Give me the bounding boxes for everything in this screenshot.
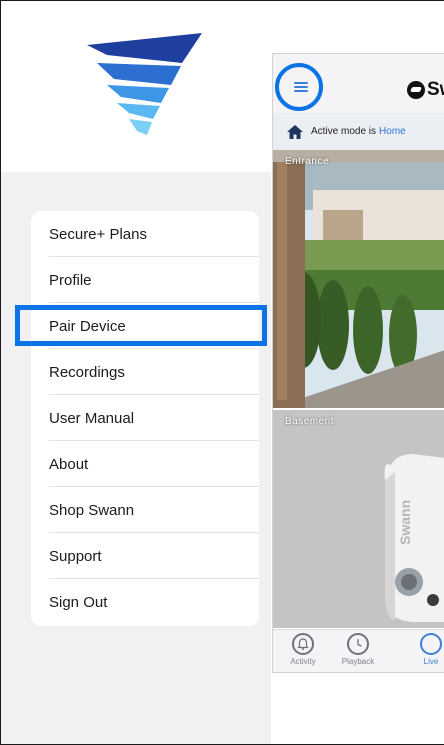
app-header: Sw xyxy=(273,54,444,113)
camera-label-basement: Basement xyxy=(285,416,335,427)
menu-card: Secure+ Plans Profile Pair Device Record… xyxy=(31,211,259,626)
menu-item-label: Shop Swann xyxy=(49,501,135,519)
clock-icon xyxy=(347,633,369,655)
tab-label: Playback xyxy=(341,657,375,666)
basement-camera-image: Swann xyxy=(273,410,444,628)
tab-label: Activity xyxy=(290,657,316,666)
brand-text: Sw xyxy=(427,79,444,100)
active-mode-bar[interactable]: Active mode is Home xyxy=(273,113,444,150)
menu-item-shop-swann[interactable]: Shop Swann xyxy=(31,487,259,533)
brand-logo: Sw xyxy=(407,79,444,101)
menu-item-secure-plans[interactable]: Secure+ Plans xyxy=(31,211,259,257)
tab-label: Live xyxy=(423,657,439,666)
swann-brand-icon xyxy=(407,81,425,99)
menu-item-support[interactable]: Support xyxy=(31,533,259,579)
tab-live[interactable]: Live xyxy=(401,633,444,666)
menu-item-label: Sign Out xyxy=(49,593,108,611)
nav-drawer: Secure+ Plans Profile Pair Device Record… xyxy=(1,1,271,744)
bell-icon xyxy=(292,633,314,655)
mode-value-link[interactable]: Home xyxy=(379,126,406,137)
menu-item-label: Recordings xyxy=(49,363,125,381)
menu-item-sign-out[interactable]: Sign Out xyxy=(31,579,259,625)
svg-text:Swann: Swann xyxy=(397,500,413,545)
menu-item-label: User Manual xyxy=(49,409,135,427)
camera-label-entrance: Entrance xyxy=(285,156,330,167)
menu-item-label: Support xyxy=(49,547,102,565)
menu-item-recordings[interactable]: Recordings xyxy=(31,349,259,395)
menu-item-about[interactable]: About xyxy=(31,441,259,487)
menu-item-profile[interactable]: Profile xyxy=(31,257,259,303)
tab-playback[interactable]: Playback xyxy=(328,633,388,666)
mode-prefix: Active mode is xyxy=(311,126,377,137)
pair-device-highlight xyxy=(15,305,267,346)
menu-item-label: Profile xyxy=(49,271,92,289)
home-icon xyxy=(287,124,303,139)
camera-tile-basement[interactable]: Swann Basement xyxy=(273,410,444,628)
bottom-tab-bar: Activity Playback Live xyxy=(273,629,444,672)
menu-item-label: Secure+ Plans xyxy=(49,225,147,243)
menu-item-user-manual[interactable]: User Manual xyxy=(31,395,259,441)
drawer-header xyxy=(1,1,271,172)
app-preview: Sw Active mode is Home Entrance xyxy=(272,53,444,673)
swann-logo-icon xyxy=(87,33,202,135)
hamburger-icon[interactable] xyxy=(294,82,308,92)
camera-tile-entrance[interactable]: Entrance xyxy=(273,150,444,408)
menu-item-label: About xyxy=(49,455,89,473)
tab-activity[interactable]: Activity xyxy=(273,633,333,666)
live-icon xyxy=(420,633,442,655)
entrance-camera-image xyxy=(273,150,444,408)
